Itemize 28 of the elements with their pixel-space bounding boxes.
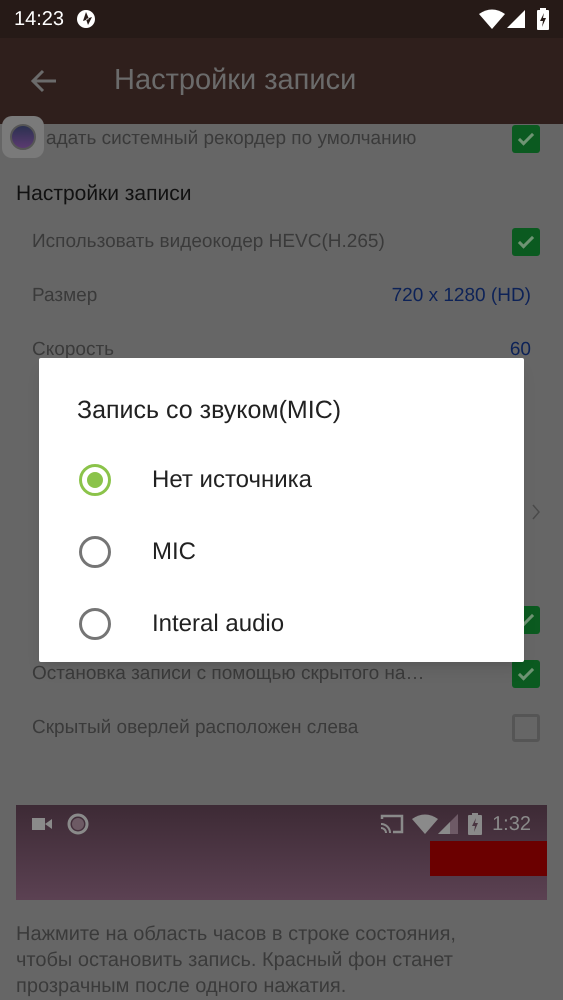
section-header: Настройки записи [16,182,192,205]
aperture-icon [76,9,96,29]
wifi-icon [479,9,505,29]
radio-option[interactable]: Interal audio [39,588,524,660]
overlay-bubble-icon[interactable] [2,116,44,158]
checkbox[interactable] [512,660,540,688]
checkbox[interactable] [512,228,540,256]
dialog-title: Запись со звуком(MIC) [77,395,342,426]
radio-icon[interactable] [79,608,111,640]
cast-icon [380,814,404,834]
checkbox[interactable] [512,125,540,153]
chevron-right-icon [532,504,540,520]
setting-value: 60 [510,338,531,362]
radio-option[interactable]: Нет источника [39,444,524,516]
signal-icon [438,814,458,834]
radio-icon[interactable] [79,536,111,568]
record-icon [67,813,89,835]
video-camera-icon [32,817,52,831]
back-icon[interactable] [30,69,58,93]
battery-charging-icon [468,813,482,835]
setting-value: 720 x 1280 (HD) [392,284,531,308]
radio-option[interactable]: MIC [39,516,524,588]
status-time: 14:23 [14,7,64,32]
battery-charging-icon [537,8,549,30]
radio-selected-icon[interactable] [79,464,111,496]
app-bar-title: Настройки записи [114,63,356,98]
signal-icon [507,10,525,28]
preview-time: 1:32 [492,812,531,837]
